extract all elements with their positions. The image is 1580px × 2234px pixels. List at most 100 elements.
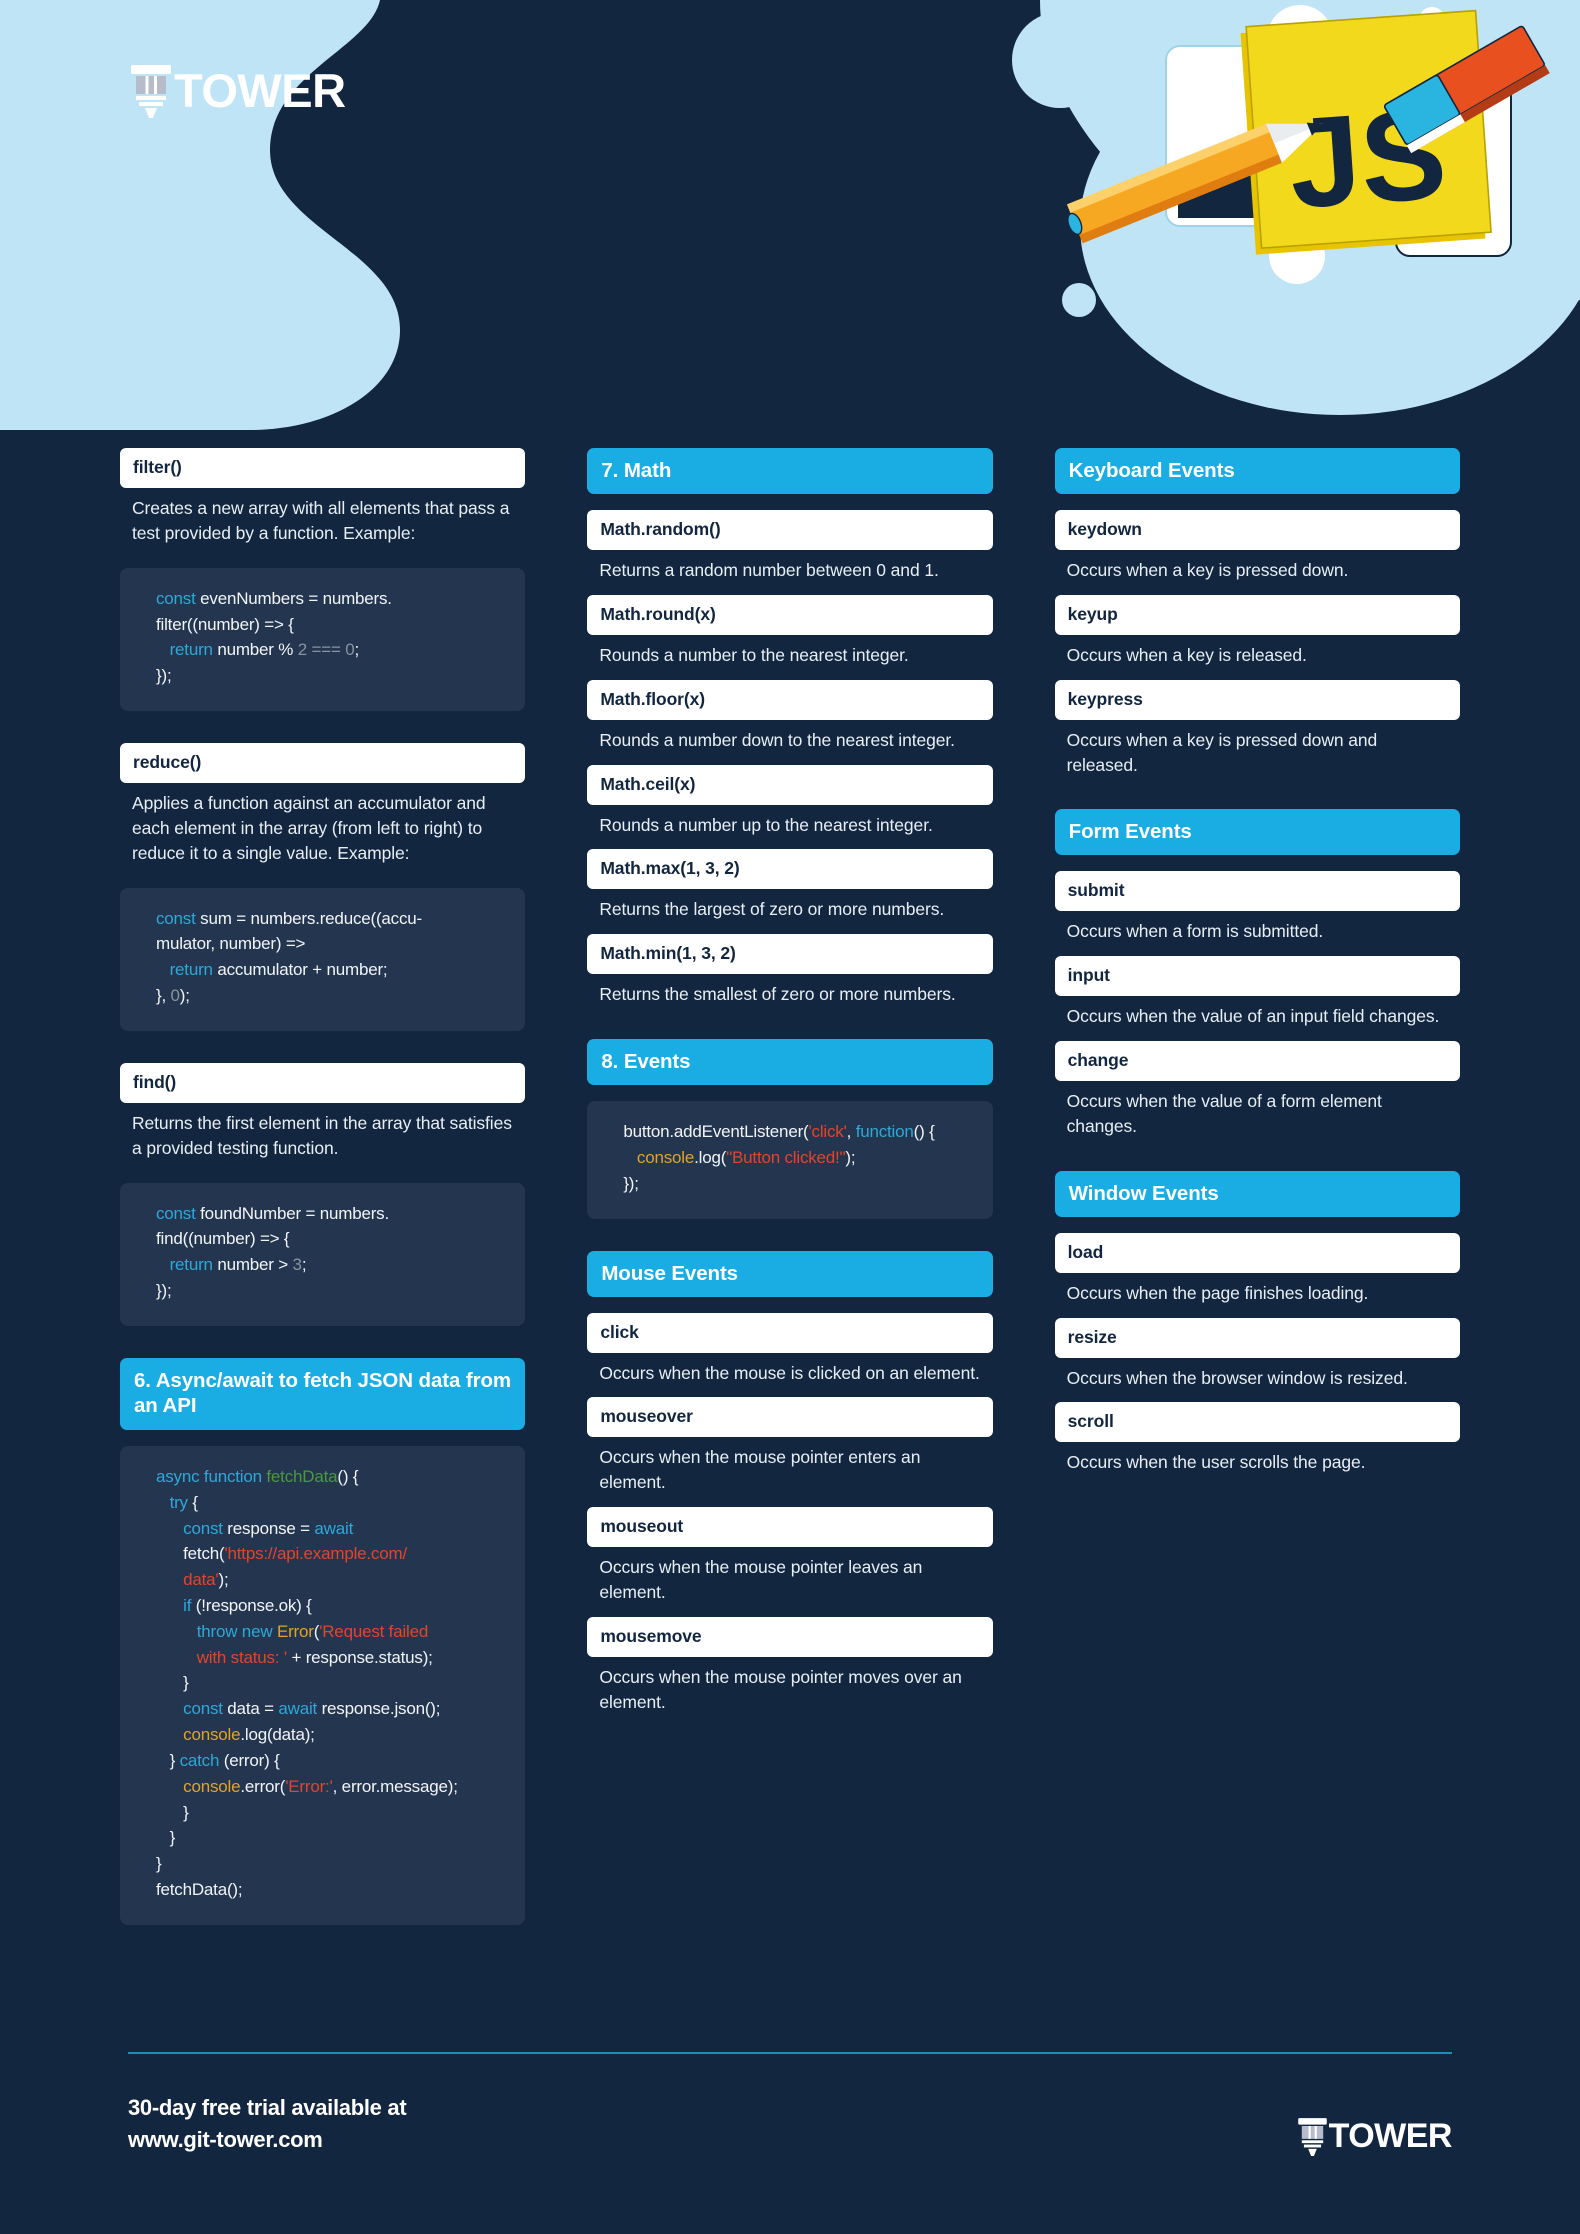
form-events-list: submit Occurs when a form is submitted. in… bbox=[1054, 871, 1460, 1138]
section-heading-async: 6. Async/await to fetch JSON data from a… bbox=[120, 1357, 526, 1430]
term-label: click bbox=[587, 1312, 993, 1353]
code-token: number > bbox=[212, 1255, 293, 1275]
term-description: Occurs when the mouse pointer moves over… bbox=[599, 1666, 962, 1712]
desc-filter: Creates a new array with all elements th… bbox=[132, 498, 510, 543]
term-description: Occurs when the user scrolls the page. bbox=[1066, 1452, 1366, 1473]
term-description: Rounds a number to the nearest integer. bbox=[599, 644, 909, 665]
term-label: resize bbox=[1054, 1317, 1460, 1358]
cheatsheet-page: JS TOWER filter() Creates a new array wi… bbox=[0, 0, 1580, 2234]
term-find: find() bbox=[120, 1062, 526, 1103]
footer-divider bbox=[128, 2052, 1452, 2055]
code-token: === bbox=[307, 640, 346, 660]
brand-name: TOWER bbox=[174, 63, 346, 117]
term-reduce: reduce() bbox=[120, 743, 526, 783]
section-heading-keyboard-events: Keyboard Events bbox=[1054, 448, 1460, 494]
section-heading-window-events: Window Events bbox=[1054, 1170, 1460, 1217]
code-reduce: const sum = numbers.reduce((accu- mulato… bbox=[120, 887, 526, 1031]
code-token: 'Error:' bbox=[285, 1776, 333, 1796]
term-description: Returns a random number between 0 and 1. bbox=[599, 560, 939, 580]
code-token: ); bbox=[179, 986, 190, 1006]
code-token: .log( bbox=[694, 1147, 727, 1167]
brand-logo-footer[interactable]: TOWER bbox=[1296, 2116, 1453, 2156]
footer-promo: 30-day free trial available at www.git-t… bbox=[128, 2092, 407, 2156]
footer-promo-line1: 30-day free trial available at bbox=[128, 2095, 407, 2121]
desc-find: Returns the first element in the array t… bbox=[132, 1112, 512, 1158]
term-label: keyup bbox=[1054, 594, 1460, 635]
term-description: Occurs when a key is pressed down. bbox=[1066, 560, 1349, 580]
term-description: Returns the largest of zero or more numb… bbox=[599, 899, 945, 920]
code-token: catch bbox=[179, 1750, 220, 1770]
term-description: Occurs when the value of an input field … bbox=[1066, 1006, 1440, 1027]
code-token: 3 bbox=[292, 1255, 302, 1275]
keyboard-events-list: keydown Occurs when a key is pressed down… bbox=[1054, 510, 1460, 777]
column-one: filter() Creates a new array with all el… bbox=[120, 448, 526, 1925]
code-token: console bbox=[636, 1147, 695, 1167]
section-heading-math: 7. Math bbox=[587, 448, 993, 494]
column-two: 7. Math Math.random() Returns a random nu… bbox=[587, 448, 993, 1925]
code-token: data = bbox=[222, 1699, 279, 1719]
desc-reduce: Applies a function against an accumulato… bbox=[132, 793, 486, 863]
section-heading-form-events: Form Events bbox=[1054, 809, 1460, 856]
code-async-fetch: async function fetchData() { try { const… bbox=[120, 1445, 526, 1925]
term-description: Returns the smallest of zero or more num… bbox=[599, 984, 956, 1005]
code-token: try bbox=[169, 1492, 189, 1512]
term-label: submit bbox=[1054, 871, 1460, 912]
code-token: await bbox=[278, 1699, 318, 1719]
term-label: scroll bbox=[1054, 1402, 1460, 1443]
code-token: console bbox=[183, 1776, 241, 1796]
term-label: Math.max(1, 3, 2) bbox=[587, 849, 993, 890]
code-token: async function bbox=[156, 1466, 262, 1486]
term-description: Occurs when the browser window is resize… bbox=[1066, 1367, 1408, 1388]
code-token: 0 bbox=[345, 640, 355, 660]
content-columns: filter() Creates a new array with all el… bbox=[120, 448, 1460, 1925]
code-token: 'click' bbox=[808, 1122, 847, 1142]
code-token: "Button clicked!" bbox=[726, 1147, 846, 1167]
term-label: mouseover bbox=[587, 1397, 993, 1438]
code-token: number % bbox=[212, 640, 298, 660]
code-token: const bbox=[156, 1203, 196, 1223]
term-label: Math.random() bbox=[587, 510, 993, 550]
code-token: return bbox=[169, 640, 213, 660]
code-token: const bbox=[156, 908, 196, 928]
code-token: await bbox=[314, 1518, 354, 1538]
term-description: Occurs when a key is released. bbox=[1066, 644, 1307, 665]
term-label: mousemove bbox=[587, 1616, 993, 1657]
code-token: const bbox=[156, 588, 196, 608]
term-label: Math.ceil(x) bbox=[587, 764, 993, 805]
code-token: console bbox=[183, 1725, 241, 1745]
term-label: load bbox=[1054, 1232, 1460, 1273]
term-filter: filter() bbox=[120, 448, 526, 488]
term-label: mouseout bbox=[587, 1507, 993, 1548]
term-description: Occurs when the value of a form element … bbox=[1066, 1091, 1382, 1136]
code-find: const foundNumber = numbers. find((numbe… bbox=[120, 1182, 526, 1326]
term-description: Occurs when the mouse pointer enters an … bbox=[599, 1447, 921, 1493]
tower-logo-icon bbox=[131, 65, 171, 118]
term-label: Math.floor(x) bbox=[587, 679, 993, 720]
tower-logo-icon bbox=[1297, 2118, 1327, 2156]
brand-name-footer: TOWER bbox=[1328, 2117, 1453, 2155]
code-token: , bbox=[846, 1122, 856, 1142]
term-description: Occurs when a key is pressed down and re… bbox=[1066, 729, 1378, 775]
term-description: Occurs when the mouse pointer leaves an … bbox=[599, 1557, 923, 1602]
code-token: return bbox=[169, 1255, 213, 1275]
page-footer: 30-day free trial available at www.git-t… bbox=[128, 2052, 1453, 2156]
brand-logo-top[interactable]: TOWER bbox=[128, 62, 346, 118]
footer-promo-line2[interactable]: www.git-tower.com bbox=[128, 2124, 406, 2156]
section-heading-mouse-events: Mouse Events bbox=[587, 1250, 993, 1297]
term-label: keydown bbox=[1054, 510, 1460, 550]
term-label: keypress bbox=[1054, 679, 1460, 720]
code-token: const bbox=[183, 1518, 223, 1538]
window-events-list: load Occurs when the page finishes loadin… bbox=[1054, 1232, 1460, 1476]
code-token: fetchData bbox=[266, 1466, 338, 1486]
code-token: .error( bbox=[240, 1776, 286, 1796]
column-three: Keyboard Events keydown Occurs when a key… bbox=[1054, 448, 1460, 1925]
